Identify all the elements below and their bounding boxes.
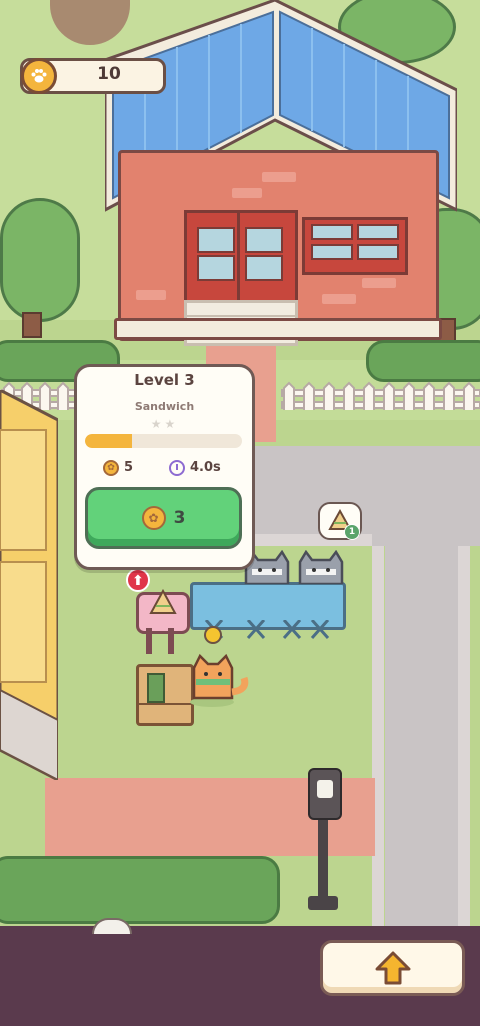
- earn-value: 5: [124, 460, 134, 475]
- upgrade-menu-button[interactable]: [320, 940, 465, 996]
- tree-left: [0, 198, 80, 322]
- crate-item: [147, 673, 165, 703]
- fence-right: [281, 381, 480, 410]
- road-vertical: [385, 540, 460, 930]
- door-split: [237, 213, 240, 305]
- popup-tail-inner: [114, 556, 132, 566]
- sandwich-icon: [149, 589, 177, 614]
- customer-cat: [298, 550, 344, 584]
- window-pane: [311, 224, 353, 240]
- yellow-building: [0, 390, 58, 780]
- house-door: [184, 210, 298, 308]
- order-bubble[interactable]: 1: [318, 502, 362, 540]
- clock-hand: [176, 464, 178, 470]
- coin-count: 10: [97, 64, 121, 84]
- brick: [136, 290, 166, 300]
- step-line: [187, 315, 295, 317]
- curb-right: [458, 546, 470, 926]
- sandwich-station[interactable]: [136, 589, 190, 634]
- up-arrow-icon: [375, 951, 410, 985]
- level-label: Level 3: [134, 371, 195, 389]
- curb-left: [372, 546, 384, 926]
- door-window: [245, 227, 283, 253]
- upgrade-available-icon[interactable]: ⬆: [126, 568, 150, 592]
- time-value: 4.0s: [190, 460, 221, 475]
- lamp-light: [317, 780, 333, 798]
- paw-coin-icon: [21, 58, 57, 94]
- crate-slat: [139, 703, 191, 705]
- order-count-badge: 1: [344, 524, 360, 540]
- brick: [262, 172, 296, 182]
- rating-stars: ★★: [150, 417, 179, 431]
- timer-icon: [204, 626, 222, 644]
- door-window: [245, 255, 283, 281]
- brick: [362, 278, 396, 288]
- level-progress-bar: [85, 434, 242, 448]
- door-window: [197, 227, 235, 253]
- house-window: [302, 217, 408, 275]
- coin-icon: ✿: [103, 460, 119, 476]
- level-progress-fill: [85, 434, 133, 448]
- hedge-bottom: [0, 856, 280, 924]
- window-pane: [357, 244, 399, 260]
- clock-icon: [169, 460, 185, 476]
- window-pane: [357, 224, 399, 240]
- coin-icon: ✿: [141, 506, 166, 530]
- brick: [232, 188, 262, 198]
- tree-left-trunk: [22, 312, 42, 338]
- chef-cat: [190, 653, 249, 707]
- brick: [322, 294, 356, 304]
- item-name: Sandwich: [134, 400, 195, 413]
- house-base: [114, 318, 442, 340]
- upgrade-cost: 3: [173, 508, 186, 528]
- hedge-right: [366, 340, 480, 382]
- lamp-head: [308, 768, 342, 820]
- station-leg: [168, 628, 174, 654]
- stats-row: ✿ 5 4.0s: [77, 457, 252, 479]
- window-pane: [311, 244, 353, 260]
- door-window: [197, 255, 235, 281]
- station-leg: [146, 628, 152, 654]
- upgrade-popup: Level 3 Sandwich ★★ ✿ 5 4.0s ✿ 3: [74, 364, 255, 570]
- upgrade-button[interactable]: ✿ 3: [85, 487, 242, 549]
- coin-counter: 10: [20, 58, 166, 94]
- road-horizontal: [250, 446, 480, 546]
- lamp-base: [308, 896, 338, 910]
